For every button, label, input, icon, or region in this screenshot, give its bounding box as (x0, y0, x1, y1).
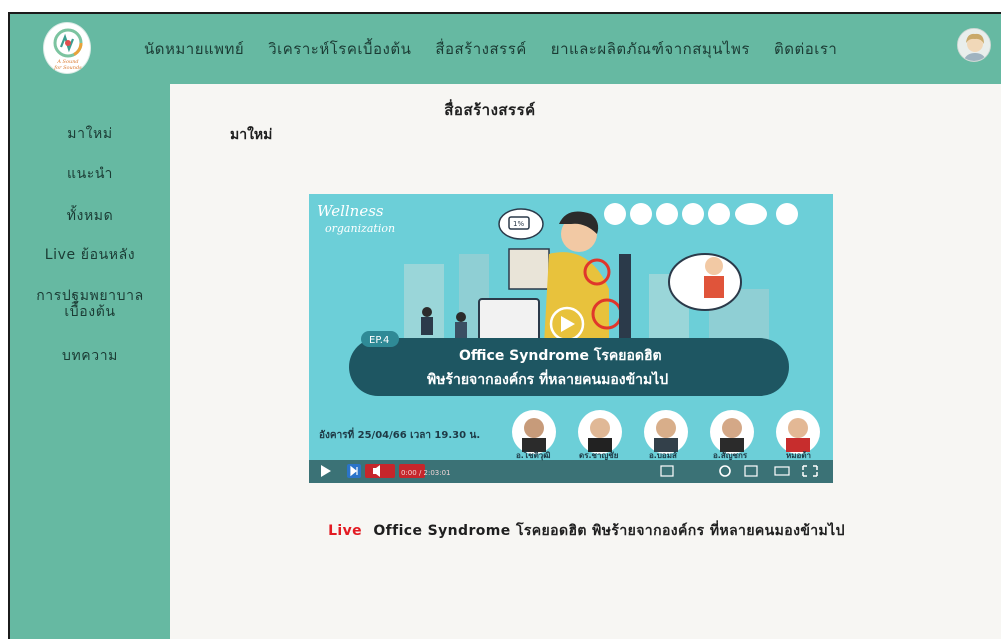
top-navbar: A Sound for Sounds นัดหมายแพทย์ วิเคราะห… (10, 14, 1001, 84)
sidebar-item-all[interactable]: ทั้งหมด (10, 208, 170, 224)
user-avatar[interactable] (957, 28, 991, 62)
brand-top-text: Wellness (317, 202, 384, 220)
sidebar-item-live-replay[interactable]: Live ย้อนหลัง (10, 247, 170, 263)
video-headline-1: Office Syndrome โรคยอดฮิต (459, 346, 662, 364)
video-card-title[interactable]: Live Office Syndrome โรคยอดฮิต พิษร้ายจา… (170, 520, 1001, 542)
main-content: สื่อสร้างสรรค์ มาใหม่ 1% Wellness organi… (170, 84, 1001, 639)
speaker-name-5: หมอต้า (786, 450, 811, 460)
section-title: มาใหม่ (230, 127, 273, 143)
speaker-name-3: อ.บอมส์ (649, 450, 677, 460)
speaker-name-1: อ.โชติวุฒิ (516, 450, 550, 461)
sidebar: มาใหม่ แนะนำ ทั้งหมด Live ย้อนหลัง การปฐ… (10, 84, 170, 639)
app-frame: A Sound for Sounds นัดหมายแพทย์ วิเคราะห… (8, 12, 1001, 639)
sidebar-item-first-aid[interactable]: การปฐมพยาบาล เบื้องต้น (10, 288, 170, 320)
brand-bottom-text: organization (325, 222, 395, 235)
video-title-text: Office Syndrome โรคยอดฮิต พิษร้ายจากองค์… (373, 523, 845, 539)
nav-appointment[interactable]: นัดหมายแพทย์ (144, 37, 244, 61)
video-date-line: อังคารที่ 25/04/66 เวลา 19.30 น. (319, 427, 480, 441)
sidebar-item-new[interactable]: มาใหม่ (10, 126, 170, 142)
video-time: 0:00 / 2:03:01 (401, 469, 451, 477)
speaker-name-4: อ.สัญชกร (713, 451, 748, 461)
avatar-person-icon (958, 29, 990, 61)
logo-text-line2: for Sounds (54, 65, 82, 71)
video-headline-2: พิษร้ายจากองค์กร ที่หลายคนมองข้ามไป (427, 369, 668, 388)
video-player[interactable]: 1% Wellness organization EP.4 Office Syn… (309, 194, 833, 483)
episode-badge: EP.4 (369, 335, 389, 346)
sidebar-item-recommended[interactable]: แนะนำ (10, 166, 170, 182)
battery-label: 1% (513, 220, 524, 228)
nav-creative-media[interactable]: สื่อสร้างสรรค์ (435, 37, 526, 61)
nav-herbal-products[interactable]: ยาและผลิตภัณฑ์จากสมุนไพร (551, 37, 750, 61)
page-title: สื่อสร้างสรรค์ (444, 101, 536, 119)
speaker-name-2: ดร.ชาญชัย (579, 451, 619, 461)
site-logo[interactable]: A Sound for Sounds (43, 22, 91, 74)
live-label: Live (328, 523, 363, 539)
nav-diagnosis[interactable]: วิเคราะห์โรคเบื้องต้น (268, 37, 411, 61)
video-thumbnail: 1% Wellness organization EP.4 Office Syn… (309, 194, 833, 483)
nav-contact[interactable]: ติดต่อเรา (774, 37, 837, 61)
sidebar-item-articles[interactable]: บทความ (10, 348, 170, 364)
main-nav: นัดหมายแพทย์ วิเคราะห์โรคเบื้องต้น สื่อส… (144, 37, 861, 61)
